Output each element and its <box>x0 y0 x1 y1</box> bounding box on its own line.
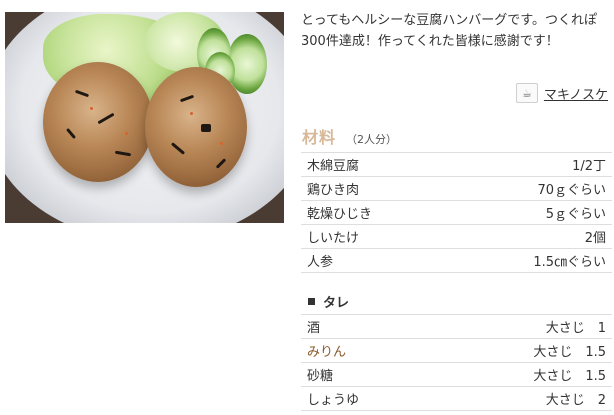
carrot-bit <box>190 112 193 115</box>
ingredient-name: 鶏ひき肉 <box>307 183 360 198</box>
carrot-bit <box>125 132 128 135</box>
ingredients-list: 木綿豆腐 1/2丁 鶏ひき肉 70ｇぐらい 乾燥ひじき 5ｇぐらい しいたけ 2… <box>301 152 612 273</box>
ingredient-qty: 大さじ 1.5 <box>533 369 606 384</box>
recipe-description: とってもヘルシーな豆腐ハンバーグです。つくれぽ300件達成！作ってくれた皆様に感… <box>301 13 598 49</box>
tofu-patty <box>145 67 247 187</box>
ingredient-row: 木綿豆腐 1/2丁 <box>301 153 612 177</box>
ingredient-row: 人参 1.5㎝ぐらい <box>301 249 612 273</box>
ingredient-row: しょうゆ 大さじ 2 <box>301 387 612 411</box>
servings: （2人分） <box>346 133 398 146</box>
square-bullet-icon <box>308 298 315 305</box>
ingredient-name: 乾燥ひじき <box>307 207 373 222</box>
ingredient-name: 木綿豆腐 <box>307 159 360 174</box>
author-name[interactable]: マキノスケ <box>544 84 608 103</box>
ingredient-row: みりん 大さじ 1.5 <box>301 339 612 363</box>
ingredient-row: 乾燥ひじき 5ｇぐらい <box>301 201 612 225</box>
ingredient-qty: 2個 <box>584 231 606 246</box>
ingredient-row: 鶏ひき肉 70ｇぐらい <box>301 177 612 201</box>
sauce-group-title: タレ <box>323 296 350 311</box>
ingredient-name: 砂糖 <box>307 369 334 384</box>
ingredient-name: みりん <box>307 345 347 360</box>
ingredient-name: しょうゆ <box>307 393 360 408</box>
ingredient-name: しいたけ <box>307 231 360 246</box>
ingredient-qty: 70ｇぐらい <box>537 183 606 198</box>
ingredient-row: 砂糖 大さじ 1.5 <box>301 363 612 387</box>
sauce-list: 酒 大さじ 1 みりん 大さじ 1.5 砂糖 大さじ 1.5 しょうゆ 大さじ … <box>301 314 612 411</box>
ingredient-qty: 大さじ 1 <box>545 321 606 336</box>
carrot-bit <box>220 142 223 145</box>
hijiki-speck <box>201 124 211 132</box>
ingredient-qty: 1.5㎝ぐらい <box>533 255 606 270</box>
chef-hat-icon: ☕ <box>515 83 538 103</box>
recipe-photo[interactable] <box>5 12 284 223</box>
author-link[interactable]: ☕ マキノスケ <box>515 83 608 103</box>
ingredient-qty: 大さじ 2 <box>545 393 606 408</box>
ingredient-qty: 5ｇぐらい <box>545 207 606 222</box>
sauce-group-heading: タレ <box>308 292 349 311</box>
carrot-bit <box>90 107 93 110</box>
ingredients-heading: 材料 （2人分） <box>302 124 397 148</box>
ingredient-qty: 大さじ 1.5 <box>533 345 606 360</box>
ingredient-name: 人参 <box>307 255 334 270</box>
ingredient-row: しいたけ 2個 <box>301 225 612 249</box>
ingredient-qty: 1/2丁 <box>572 159 606 174</box>
ingredient-name: 酒 <box>307 321 321 336</box>
ingredients-title: 材料 <box>302 128 337 147</box>
ingredient-row: 酒 大さじ 1 <box>301 315 612 339</box>
